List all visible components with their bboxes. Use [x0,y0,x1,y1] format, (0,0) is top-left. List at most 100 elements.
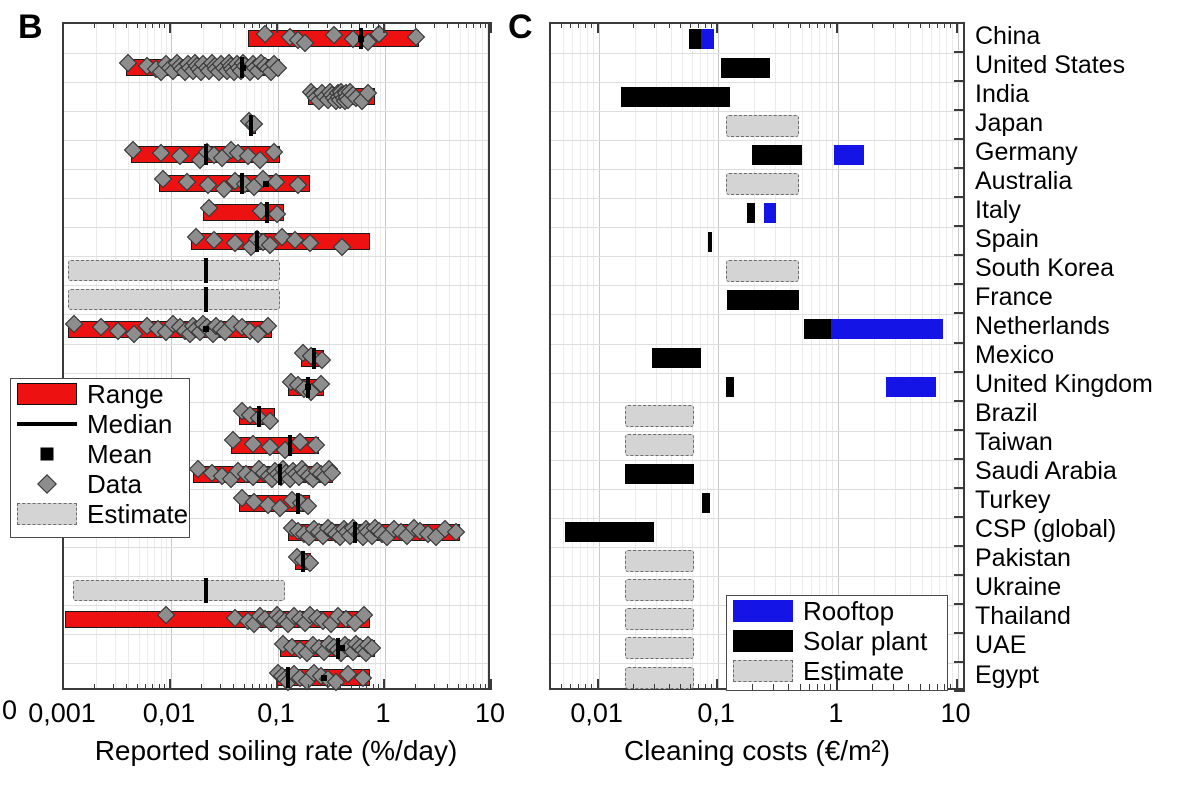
grid-row-line [551,140,963,142]
country-label-italy: Italy [975,195,1021,224]
axis-tick-minor [164,22,166,28]
grid-minor-line [801,24,803,688]
country-label-spain: Spain [975,224,1039,253]
grid-row-line [551,575,963,577]
country-label-india: India [975,79,1030,108]
axis-tick-minor [710,684,712,690]
axis-tick-minor [158,22,160,28]
grid-minor-line [417,24,419,688]
panel-b-legend-label: Median [87,408,173,439]
axis-tick-minor [632,684,634,690]
axis-tick-minor [259,22,261,28]
panel-b-median-line [286,667,291,688]
panel-b-legend-swatch-red [17,383,77,405]
axis-tick-minor [434,684,436,690]
grid-row-line [551,459,963,461]
axis-tick-minor [809,684,811,690]
grid-minor-line [587,24,588,688]
panel-c-y-tick [954,573,965,576]
axis-tick-minor [265,684,267,690]
axis-tick-minor [697,684,699,690]
panel-c-y-tick [954,196,965,199]
axis-tick-major [596,679,599,690]
panel-c-y-tick [954,457,965,460]
axis-tick-minor [830,22,832,28]
grid-minor-line [826,24,828,688]
axis-tick-minor [350,684,352,690]
grid-minor-line [909,24,911,688]
grid-row-line [64,285,488,287]
grid-row-line [551,285,963,287]
grid-major-line [957,24,959,688]
axis-tick-minor [485,684,487,690]
panel-c-y-tick [954,51,965,53]
panel-c-solar-plant-bar [564,522,654,543]
panel-c-y-tick [954,515,965,518]
panel-c-tick-label: 10 [940,698,971,728]
panel-c-y-tick [954,138,965,141]
panel-c-solar-plant-bar [726,289,799,310]
country-label-taiwan: Taiwan [975,428,1053,457]
grid-minor-line [931,24,932,688]
axis-tick-minor [265,22,267,28]
axis-tick-minor [473,684,475,690]
axis-tick-minor [94,684,96,690]
axis-tick-minor [372,22,374,28]
country-label-mexico: Mexico [975,341,1055,369]
panel-c-estimate-bar [624,608,695,631]
panel-b-legend-swatch-sq [17,443,77,465]
axis-tick-minor [560,22,562,28]
panel-c-solar-plant-bar [803,319,832,339]
axis-tick-minor [252,684,254,690]
grid-row-line [551,314,963,316]
axis-tick-minor [327,22,329,28]
grid-major-line [837,24,839,688]
axis-tick-minor [243,684,245,690]
country-label-uae: UAE [975,631,1027,660]
axis-tick-minor [201,22,203,28]
axis-tick-minor [479,22,481,28]
axis-tick-major [716,679,719,690]
grid-minor-line [895,24,896,688]
axis-tick-minor [378,684,380,690]
panel-c-solar-plant-bar [652,348,702,368]
grid-minor-line [572,24,574,688]
axis-tick-minor [457,684,459,690]
axis-tick-minor [415,684,417,690]
panel-b-mean-marker [358,35,365,42]
axis-tick-major [276,679,278,690]
country-label-germany: Germany [975,137,1078,166]
country-label-pakistan: Pakistan [975,544,1071,573]
axis-tick-minor [578,22,580,28]
panel-c-legend-row: Rooftop [727,596,947,626]
panel-c-estimate-bar [725,172,799,195]
panel-c-rooftop-bar [831,319,944,339]
axis-tick-minor [570,684,572,690]
axis-tick-minor [201,684,203,690]
axis-tick-minor [824,22,826,28]
panel-c-tick-label: 0,01 [570,698,623,728]
axis-tick-minor [893,22,894,28]
panel-b-median-line [278,463,283,485]
axis-tick-minor [136,22,138,28]
grid-minor-line [952,24,954,688]
panel-c-y-tick [954,109,965,112]
panel-c-y-tick [954,254,965,257]
panel-c-rooftop-bar [763,202,777,223]
axis-tick-minor [937,22,938,28]
grid-row-line [551,198,963,200]
country-label-france: France [975,282,1053,311]
grid-minor-line [468,24,470,688]
panel-b-median-line [352,521,357,543]
axis-tick-minor [479,684,481,690]
panel-c-estimate-bar [725,259,799,282]
country-label-ukraine: Ukraine [975,573,1062,602]
axis-tick-minor [907,22,909,28]
panel-b-median-line [203,577,208,603]
axis-tick-minor [164,684,166,690]
axis-tick-minor [252,22,254,28]
grid-minor-line [481,24,483,688]
panel-c-y-tick [954,661,965,663]
panel-c-tick-label: 1 [828,698,844,728]
grid-row-line [551,227,963,229]
